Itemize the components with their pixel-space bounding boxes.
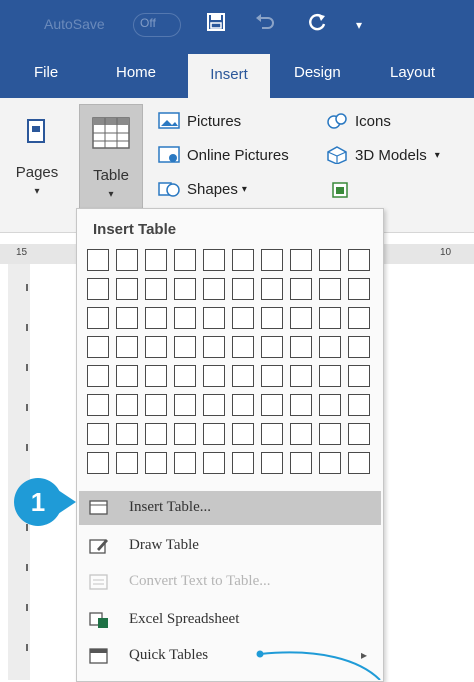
step-badge: 1 bbox=[14, 478, 62, 526]
callout-line bbox=[256, 650, 381, 680]
